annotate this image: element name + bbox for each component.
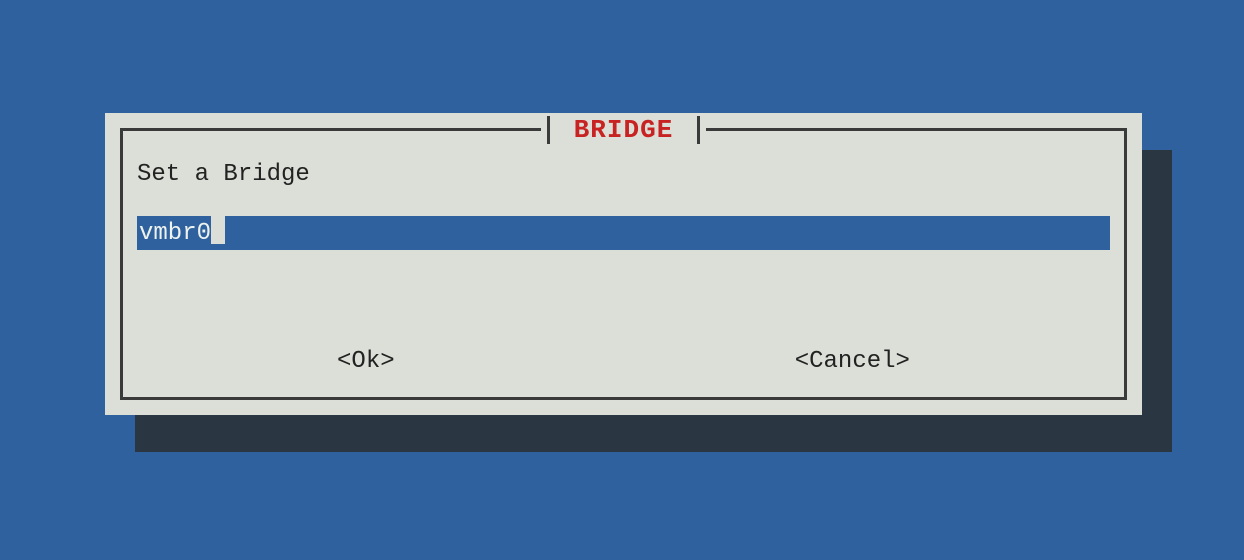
- bridge-input-value: vmbr0: [137, 220, 211, 247]
- bridge-input[interactable]: vmbr0: [137, 216, 1110, 250]
- bridge-dialog: BRIDGE Set a Bridge vmbr0 <Ok> <Cancel>: [105, 113, 1142, 415]
- screen: BRIDGE Set a Bridge vmbr0 <Ok> <Cancel>: [0, 0, 1244, 560]
- dialog-content: Set a Bridge vmbr0 <Ok> <Cancel>: [137, 161, 1110, 395]
- ok-button[interactable]: <Ok>: [329, 346, 403, 377]
- cancel-button[interactable]: <Cancel>: [787, 346, 918, 377]
- dialog-buttons: <Ok> <Cancel>: [137, 346, 1110, 377]
- title-divider-icon: [547, 116, 550, 144]
- dialog-title: BRIDGE: [560, 116, 688, 144]
- title-divider-icon: [697, 116, 700, 144]
- dialog-prompt: Set a Bridge: [137, 161, 1110, 188]
- text-cursor-icon: [211, 216, 225, 244]
